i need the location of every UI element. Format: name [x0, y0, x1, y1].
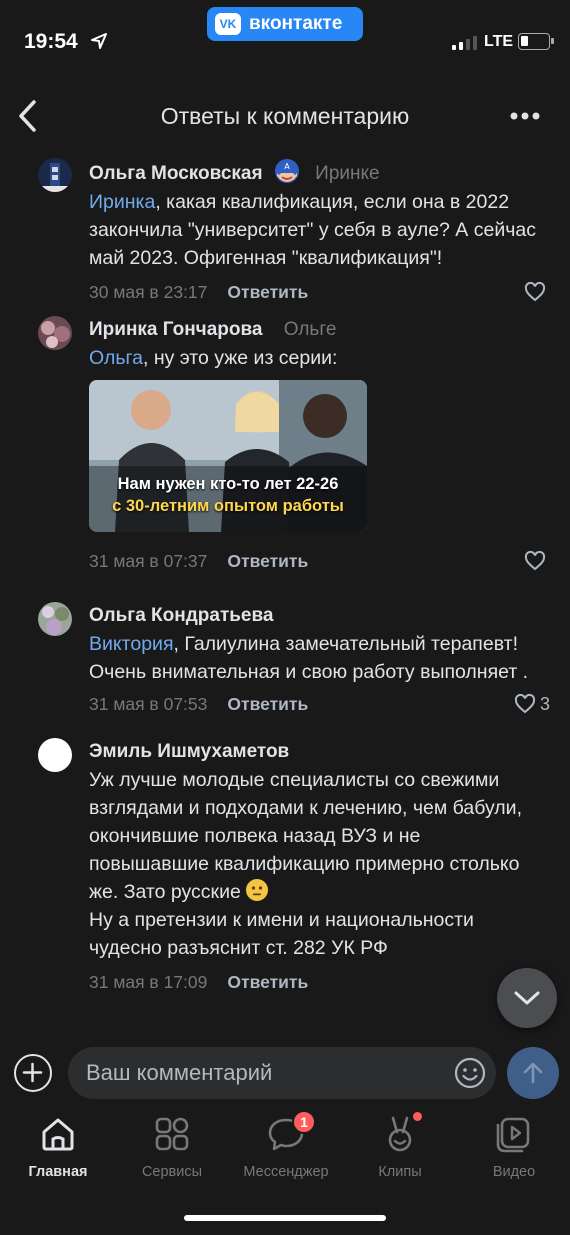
mention-link[interactable]: Иринка: [89, 191, 155, 213]
arrow-up-icon: [523, 1062, 543, 1084]
comments-list: Ольга Московская A Иринке Иринка, какая …: [0, 150, 570, 1038]
battery-icon: [518, 33, 554, 50]
vk-logo-icon: VK: [215, 13, 241, 35]
comment-item: Эмиль Ишмухаметов Уж лучше молодые специ…: [0, 722, 570, 1002]
comment-meta: 31 мая в 17:09 Ответить: [89, 962, 546, 1002]
reply-button[interactable]: Ответить: [227, 282, 308, 303]
comment-text: Уж лучше молодые специалисты со свежими …: [89, 769, 522, 959]
tab-services[interactable]: Сервисы: [115, 1114, 229, 1180]
network-type: LTE: [484, 33, 514, 50]
comment-composer: [0, 1040, 570, 1106]
tab-label: Мессенджер: [243, 1164, 329, 1180]
tab-label: Клипы: [378, 1164, 422, 1180]
reply-button[interactable]: Ответить: [227, 694, 308, 715]
app-pill-label: вконтакте: [249, 13, 343, 34]
avatar[interactable]: [38, 738, 72, 772]
tab-label: Главная: [28, 1164, 88, 1180]
tab-messenger[interactable]: 1 Мессенджер: [229, 1110, 343, 1180]
comment-item: Ольга Кондратьева Виктория, Галиулина за…: [0, 582, 570, 722]
heart-icon: [514, 693, 536, 714]
emoji-smile-icon[interactable]: [453, 1056, 487, 1090]
mention-link[interactable]: Виктория: [89, 633, 174, 655]
tab-label: Сервисы: [141, 1164, 203, 1180]
tab-label: Видео: [492, 1164, 536, 1180]
video-icon: [496, 1117, 530, 1153]
neutral-face-emoji-icon: [246, 879, 269, 901]
reply-to-label[interactable]: Ольге: [284, 319, 337, 340]
comment-author[interactable]: Эмиль Ишмухаметов: [89, 741, 289, 762]
comment-author[interactable]: Иринка Гончарова: [89, 319, 263, 340]
comment-author[interactable]: Ольга Московская: [89, 163, 263, 184]
mention-link[interactable]: Ольга: [89, 347, 143, 369]
comment-text: Иринка, какая квалификация, если она в 2…: [89, 191, 536, 269]
comment-date: 31 мая в 17:09: [89, 971, 208, 992]
notification-dot: [413, 1112, 422, 1121]
captain-america-emoji-icon: A: [274, 159, 299, 183]
signal-icon: [452, 34, 477, 50]
avatar[interactable]: [38, 316, 72, 350]
comment-item: Ольга Московская A Иринке Иринка, какая …: [0, 150, 570, 312]
avatar[interactable]: [38, 602, 72, 636]
home-icon: [42, 1118, 74, 1151]
comment-text: Виктория, Галиулина замечательный терапе…: [89, 633, 529, 683]
heart-icon: [524, 281, 546, 302]
comment-author[interactable]: Ольга Кондратьева: [89, 605, 274, 626]
comment-date: 30 мая в 23:17: [89, 281, 208, 302]
chevron-down-icon: [514, 991, 540, 1005]
plus-icon: [22, 1062, 43, 1083]
page-title: Ответы к комментарию: [160, 103, 410, 129]
unread-badge: 1: [292, 1110, 316, 1134]
meme-image-attachment[interactable]: Нам нужен кто-то лет 22-26 с 30-летним о…: [89, 380, 367, 532]
comment-text: Ольга, ну это уже из серии:: [89, 347, 338, 369]
services-icon: [155, 1117, 189, 1151]
like-count: 3: [539, 693, 550, 714]
svg-text:A: A: [284, 162, 290, 171]
more-dots-icon[interactable]: [510, 111, 540, 121]
location-arrow-icon: [91, 33, 107, 49]
nav-header: Ответы к комментарию: [0, 85, 570, 147]
send-button[interactable]: [507, 1047, 559, 1099]
comment-date: 31 мая в 07:37: [89, 550, 208, 571]
reply-to-label[interactable]: Иринке: [315, 163, 379, 184]
like-button[interactable]: [523, 280, 550, 304]
like-button[interactable]: [523, 549, 550, 573]
attach-button[interactable]: [14, 1054, 52, 1092]
reply-button[interactable]: Ответить: [227, 551, 308, 572]
comment-meta: 31 мая в 07:53 Ответить 3: [89, 686, 550, 722]
tab-clips[interactable]: Клипы: [343, 1112, 457, 1180]
reply-button[interactable]: Ответить: [227, 972, 308, 993]
comment-date: 31 мая в 07:53: [89, 693, 208, 714]
status-time: 19:54: [24, 30, 78, 53]
tab-home[interactable]: Главная: [1, 1114, 115, 1180]
comment-input-wrap: [68, 1047, 496, 1099]
tab-video[interactable]: Видео: [457, 1114, 570, 1180]
comment-meta: 31 мая в 07:37 Ответить: [89, 540, 546, 582]
comment-input[interactable]: [86, 1047, 446, 1099]
app-pill[interactable]: VK вконтакте: [207, 7, 363, 41]
meme-caption-line-1: Нам нужен кто-то лет 22-26: [117, 475, 339, 493]
scroll-down-button[interactable]: [497, 968, 557, 1028]
heart-icon: [524, 550, 546, 571]
status-bar: 19:54 VK вконтакте LTE: [0, 0, 570, 80]
home-indicator: [184, 1215, 386, 1221]
avatar[interactable]: [38, 158, 72, 192]
comment-item: Иринка Гончарова Ольге Ольга, ну это уже…: [0, 312, 570, 582]
meme-caption-line-2: с 30-летним опытом работы: [112, 497, 344, 515]
like-button[interactable]: 3: [513, 692, 550, 716]
comment-meta: 30 мая в 23:17 Ответить: [89, 272, 546, 312]
